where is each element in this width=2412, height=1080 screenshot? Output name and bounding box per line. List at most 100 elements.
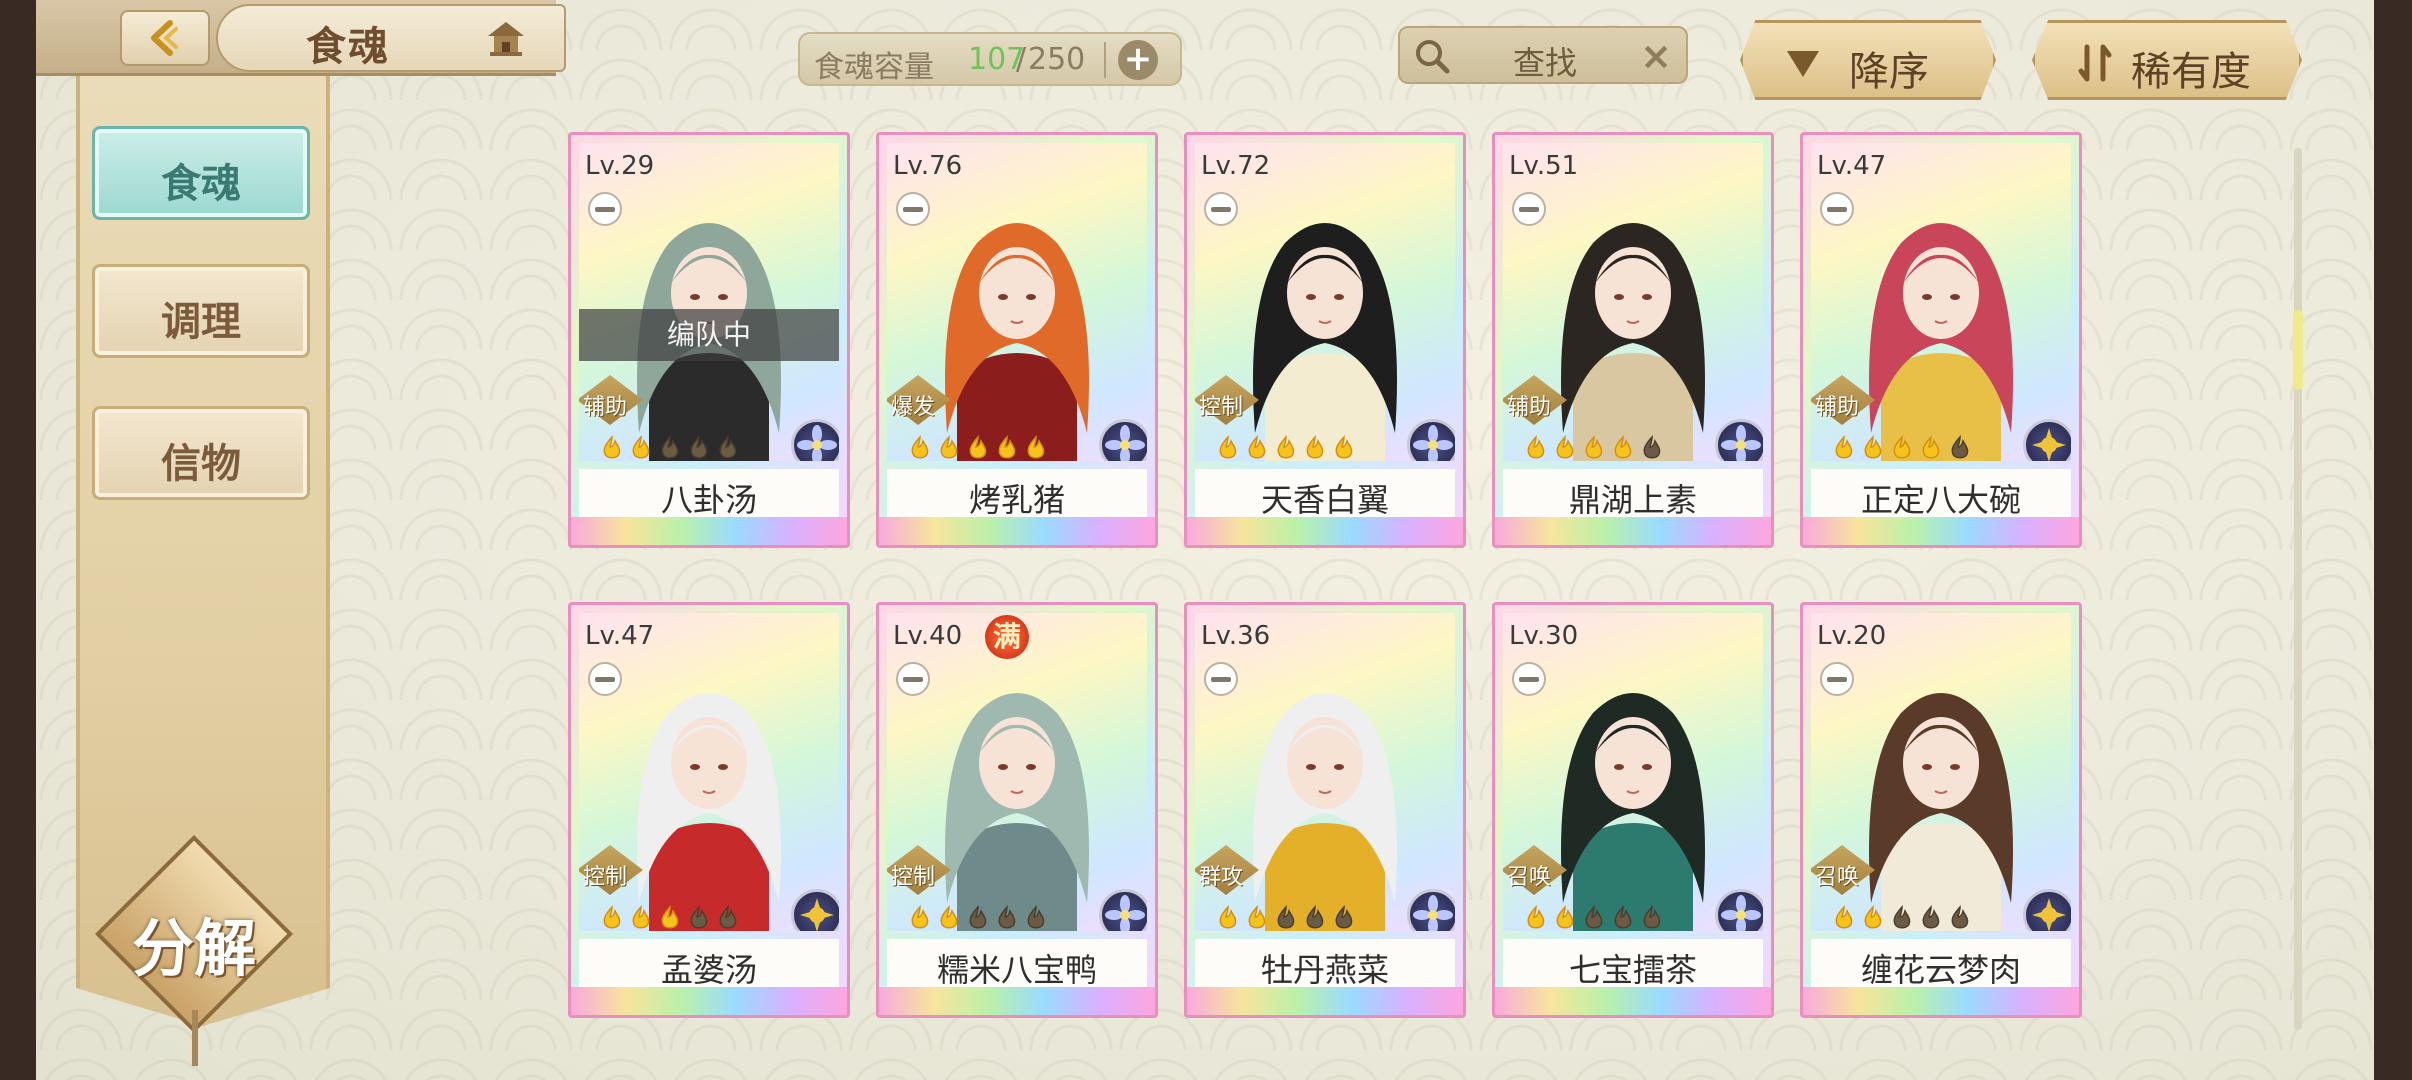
tab-label: 信物 xyxy=(161,441,241,487)
flame-empty-icon xyxy=(690,435,708,459)
card-level: Lv.30 xyxy=(1509,621,1579,651)
food-soul-card[interactable]: Lv.51 辅助 鼎湖上素 xyxy=(1492,132,1774,548)
character-portrait xyxy=(945,223,1089,461)
food-soul-card[interactable]: Lv.29 编队中 辅助 八卦汤 xyxy=(568,132,850,548)
card-portrait-area: Lv.72 控制 xyxy=(1195,143,1455,461)
card-portrait-area: Lv.20 召唤 xyxy=(1811,613,2071,931)
star-rating xyxy=(907,435,1049,461)
flame-lit-icon xyxy=(940,905,958,929)
scrollbar-track[interactable] xyxy=(2294,148,2302,1030)
food-soul-card[interactable]: Lv.30 召唤 七宝擂茶 xyxy=(1492,602,1774,1018)
character-portrait xyxy=(945,693,1089,931)
food-soul-card[interactable]: Lv.47 辅助 正定八大碗 xyxy=(1800,132,2082,548)
star-rating xyxy=(907,905,1049,931)
role-label: 辅助 xyxy=(1815,395,1860,420)
card-portrait-area: Lv.36 群攻 xyxy=(1195,613,1455,931)
card-footer xyxy=(1803,987,2079,1015)
flame-lit-icon xyxy=(632,905,650,929)
card-footer xyxy=(1187,987,1463,1015)
sort-order-button[interactable]: 降序 xyxy=(1740,20,1996,100)
tab-token[interactable]: 信物 xyxy=(92,406,310,500)
search-box[interactable]: 查找 × xyxy=(1398,26,1688,84)
flame-lit-icon xyxy=(1527,435,1545,459)
food-soul-card[interactable]: Lv.47 控制 孟婆汤 xyxy=(568,602,850,1018)
food-soul-card[interactable]: Lv.20 召唤 缠花云梦肉 xyxy=(1800,602,2082,1018)
flame-lit-icon xyxy=(1527,905,1545,929)
element-badge xyxy=(2023,419,2071,461)
flame-lit-icon xyxy=(1835,435,1853,459)
sun-element-icon xyxy=(2032,898,2066,931)
flame-lit-icon xyxy=(911,905,929,929)
element-badge xyxy=(1099,419,1147,461)
food-soul-card[interactable]: Lv.40 满 控制 糯米八宝鸭 xyxy=(876,602,1158,1018)
capacity-display: 食魂容量 107 / 250 + xyxy=(798,32,1182,86)
decompose-label[interactable]: 分解 xyxy=(114,898,274,988)
flame-lit-icon xyxy=(1306,435,1324,459)
scrollbar-thumb[interactable] xyxy=(2293,310,2303,390)
pavilion-icon[interactable] xyxy=(484,16,528,60)
food-soul-card[interactable]: Lv.36 群攻 牡丹燕菜 xyxy=(1184,602,1466,1018)
role-label: 召唤 xyxy=(1507,865,1552,890)
star-rating xyxy=(599,905,741,931)
add-capacity-button[interactable]: + xyxy=(1118,40,1158,80)
name-bar: 七宝擂茶 xyxy=(1503,939,1763,989)
bowl-icon xyxy=(1204,662,1238,696)
card-portrait-area: Lv.30 召唤 xyxy=(1503,613,1763,931)
element-badge xyxy=(1407,419,1455,461)
tab-food-soul[interactable]: 食魂 xyxy=(92,126,310,220)
flame-lit-icon xyxy=(1893,435,1911,459)
sun-element-icon xyxy=(2032,428,2066,461)
card-level: Lv.72 xyxy=(1201,151,1271,181)
role-label: 辅助 xyxy=(1507,395,1552,420)
tab-label: 食魂 xyxy=(161,161,241,207)
bowl-icon xyxy=(1820,192,1854,226)
character-portrait xyxy=(1253,223,1397,461)
card-portrait-area: Lv.76 爆发 xyxy=(887,143,1147,461)
sort-rarity-label: 稀有度 xyxy=(2131,49,2251,95)
flame-empty-icon xyxy=(1951,905,1969,929)
card-name: 八卦汤 xyxy=(660,481,757,519)
flame-lit-icon xyxy=(1248,905,1266,929)
sort-rarity-button[interactable]: 稀有度 xyxy=(2032,20,2302,100)
flame-lit-icon xyxy=(1864,435,1882,459)
bowl-icon xyxy=(1512,192,1546,226)
bowl-icon xyxy=(1512,662,1546,696)
flame-lit-icon xyxy=(1585,435,1603,459)
star-rating xyxy=(1215,905,1357,931)
back-button[interactable] xyxy=(120,10,210,66)
card-name: 天香白翼 xyxy=(1260,481,1389,519)
star-rating xyxy=(1215,435,1357,461)
card-portrait-area: Lv.47 控制 xyxy=(579,613,839,931)
flame-empty-icon xyxy=(690,905,708,929)
name-bar: 鼎湖上素 xyxy=(1503,469,1763,519)
close-icon[interactable]: × xyxy=(1640,34,1672,78)
flame-empty-icon xyxy=(661,435,679,459)
flame-lit-icon xyxy=(1922,435,1940,459)
card-level: Lv.36 xyxy=(1201,621,1271,651)
card-name: 糯米八宝鸭 xyxy=(936,951,1097,989)
card-portrait-area: Lv.40 满 控制 xyxy=(887,613,1147,931)
food-soul-card[interactable]: Lv.76 爆发 烤乳猪 xyxy=(876,132,1158,548)
flame-lit-icon xyxy=(1556,905,1574,929)
flame-empty-icon xyxy=(1922,905,1940,929)
flame-empty-icon xyxy=(1893,905,1911,929)
lotus-element-icon xyxy=(1105,425,1145,461)
character-portrait xyxy=(637,693,781,931)
card-name: 缠花云梦肉 xyxy=(1860,951,2021,989)
tab-conditioning[interactable]: 调理 xyxy=(92,264,310,358)
flame-empty-icon xyxy=(719,435,737,459)
bowl-icon xyxy=(1204,192,1238,226)
page-title: 食魂 xyxy=(306,24,390,70)
divider xyxy=(1104,42,1106,78)
flame-lit-icon xyxy=(1248,435,1266,459)
capacity-separator: / xyxy=(1016,42,1027,77)
flame-lit-icon xyxy=(661,905,679,929)
flame-lit-icon xyxy=(940,435,958,459)
in-team-label: 编队中 xyxy=(579,309,839,361)
food-soul-card[interactable]: Lv.72 控制 天香白翼 xyxy=(1184,132,1466,548)
flame-lit-icon xyxy=(1219,435,1237,459)
flame-lit-icon xyxy=(1277,435,1295,459)
element-badge xyxy=(1715,889,1763,931)
flame-empty-icon xyxy=(1951,435,1969,459)
card-footer xyxy=(571,517,847,545)
